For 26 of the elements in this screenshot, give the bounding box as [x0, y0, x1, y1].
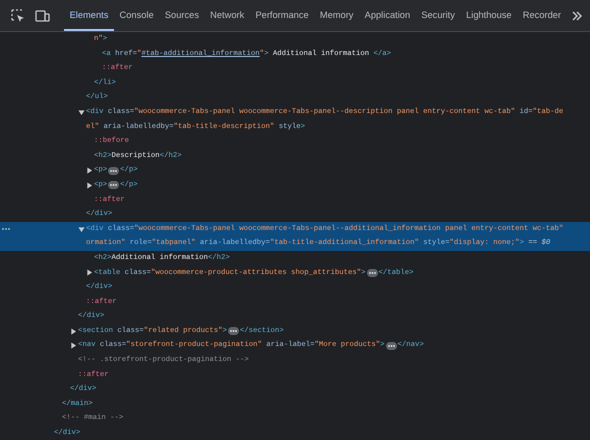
- more-tabs-icon[interactable]: [570, 10, 583, 22]
- panel-tab[interactable]: Elements: [64, 0, 114, 31]
- panel-tab[interactable]: Performance: [250, 0, 314, 31]
- ellipsis-icon[interactable]: [366, 268, 378, 277]
- more-icon[interactable]: [2, 226, 10, 231]
- ellipsis-icon[interactable]: [386, 342, 397, 350]
- panel-tab[interactable]: Network: [204, 0, 250, 31]
- panel-tab[interactable]: Console: [114, 0, 160, 31]
- ellipsis-icon[interactable]: [108, 166, 120, 175]
- disclosure-triangle-icon[interactable]: [86, 269, 93, 276]
- disclosure-triangle-icon[interactable]: [70, 328, 77, 335]
- panel-tab[interactable]: Lighthouse: [460, 0, 518, 31]
- disclosure-triangle-icon[interactable]: [78, 108, 85, 116]
- disclosure-triangle-icon[interactable]: [86, 182, 93, 189]
- ellipsis-icon[interactable]: [228, 327, 239, 336]
- panel-tab[interactable]: Sources: [159, 0, 205, 31]
- disclosure-triangle-icon[interactable]: [86, 167, 93, 174]
- panel-tab[interactable]: Application: [359, 0, 416, 31]
- inspect-icon[interactable]: [10, 8, 26, 24]
- panel-tab[interactable]: Recorder: [517, 0, 567, 31]
- disclosure-triangle-icon[interactable]: [70, 342, 77, 350]
- device-toolbar-icon[interactable]: [34, 8, 50, 24]
- disclosure-triangle-icon[interactable]: [78, 226, 85, 233]
- ellipsis-icon[interactable]: [108, 181, 120, 190]
- panel-tab[interactable]: Security: [416, 0, 460, 31]
- panel-tab[interactable]: Memory: [314, 0, 360, 31]
